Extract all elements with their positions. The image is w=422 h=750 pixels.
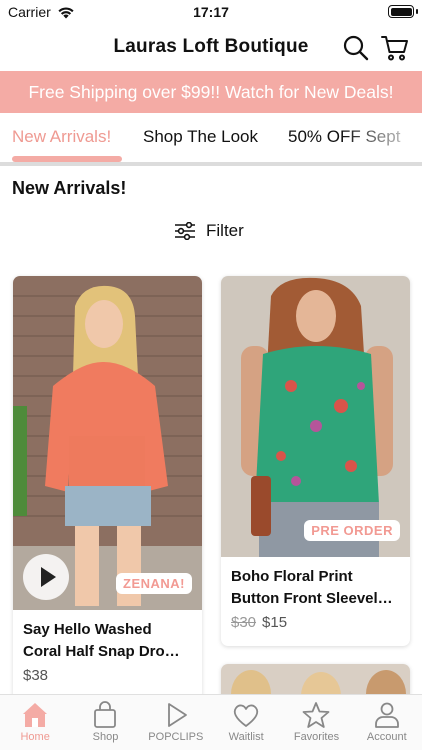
product-badge: ZENANA! <box>116 573 192 594</box>
tabs-divider <box>0 162 422 166</box>
play-icon <box>167 703 187 727</box>
product-card-1[interactable]: ZENANA! Say Hello Washed Coral Half Snap… <box>13 276 202 700</box>
filter-label: Filter <box>206 221 244 240</box>
nav-popclips[interactable]: POPCLIPS <box>141 695 211 750</box>
product-card-2[interactable]: PRE ORDER Boho Floral Print Button Front… <box>221 276 410 646</box>
nav-label: Waitlist <box>228 731 264 743</box>
star-icon <box>303 702 330 728</box>
tab-shop-the-look[interactable]: Shop The Look <box>143 127 258 147</box>
tab-50-off-sept[interactable]: 50% OFF Sept <box>288 127 400 147</box>
product-info: Say Hello Washed Coral Half Snap Dro… $3… <box>23 619 194 684</box>
tab-new-arrivals[interactable]: New Arrivals! <box>12 127 111 147</box>
play-icon <box>41 567 56 587</box>
product-old-price: $30 <box>231 614 257 631</box>
product-image-boho-floral-top[interactable] <box>221 276 410 557</box>
nav-waitlist[interactable]: Waitlist <box>211 695 281 750</box>
sliders-icon <box>175 222 195 240</box>
app-header: Lauras Loft Boutique <box>0 24 422 71</box>
product-badge: PRE ORDER <box>304 520 400 541</box>
filter-button[interactable]: Filter <box>174 221 244 241</box>
nav-label: Favorites <box>293 731 340 743</box>
bag-icon <box>94 701 117 728</box>
status-time: 17:17 <box>193 4 229 20</box>
nav-label: Shop <box>92 731 119 743</box>
video-play-button[interactable] <box>23 554 69 600</box>
product-info: Boho Floral Print Button Front Sleevel… … <box>231 566 402 631</box>
nav-label: Account <box>366 731 407 743</box>
product-sale-price: $15 <box>262 614 288 631</box>
heart-icon <box>233 704 259 727</box>
product-price-row: $30 $15 <box>231 614 402 631</box>
battery-tip <box>416 9 418 14</box>
bottom-tab-bar: Home Shop POPCLIPS Waitlist Favorites Ac… <box>0 694 422 750</box>
nav-account[interactable]: Account <box>352 695 422 750</box>
product-price: $38 <box>23 667 49 684</box>
section-title: New Arrivals! <box>12 178 127 198</box>
nav-label: POPCLIPS <box>148 731 204 743</box>
nav-label: Home <box>20 731 50 743</box>
category-tabs: New Arrivals! Shop The Look 50% OFF Sept <box>0 113 422 165</box>
home-icon <box>23 703 48 727</box>
search-icon[interactable] <box>341 33 371 63</box>
cart-icon[interactable] <box>380 33 410 63</box>
person-icon <box>374 702 399 728</box>
product-name[interactable]: Say Hello Washed Coral Half Snap Dro… <box>23 619 194 663</box>
promo-banner[interactable]: Free Shipping over $99!! Watch for New D… <box>0 71 422 113</box>
nav-shop[interactable]: Shop <box>70 695 140 750</box>
battery-icon <box>388 5 414 18</box>
status-bar: Carrier 17:17 <box>0 0 422 24</box>
product-name[interactable]: Boho Floral Print Button Front Sleevel… <box>231 566 402 610</box>
nav-home[interactable]: Home <box>0 695 70 750</box>
nav-favorites[interactable]: Favorites <box>281 695 351 750</box>
